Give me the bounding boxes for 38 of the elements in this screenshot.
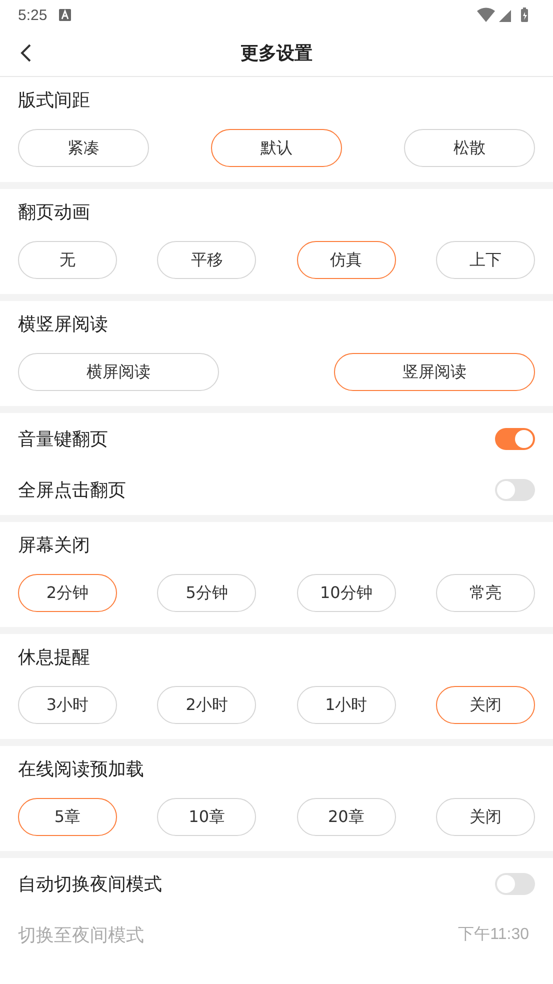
section-title: 屏幕关闭: [18, 535, 91, 557]
option-button[interactable]: 20章: [296, 798, 396, 836]
option-button[interactable]: 横屏阅读: [18, 353, 219, 391]
option-button[interactable]: 仿真: [296, 241, 396, 279]
option-button[interactable]: 2小时: [157, 686, 256, 724]
option-button[interactable]: 2分钟: [18, 574, 117, 612]
notification-icon: [59, 9, 72, 21]
setting-label: 切换至夜间模式: [18, 924, 144, 946]
option-button[interactable]: 平移: [157, 241, 256, 279]
option-button[interactable]: 松散: [404, 129, 535, 167]
option-button[interactable]: 默认: [211, 129, 342, 167]
section-title: 休息提醒: [18, 647, 91, 669]
option-button[interactable]: 上下: [436, 241, 535, 279]
option-button[interactable]: 常亮: [436, 574, 535, 612]
back-icon[interactable]: [20, 43, 32, 63]
option-button[interactable]: 竖屏阅读: [334, 353, 535, 391]
option-button[interactable]: 1小时: [296, 686, 396, 724]
section-title: 横竖屏阅读: [18, 314, 109, 336]
option-button[interactable]: 紧凑: [18, 129, 149, 167]
option-button[interactable]: 10分钟: [296, 574, 396, 612]
option-button[interactable]: 10章: [157, 798, 256, 836]
option-button[interactable]: 关闭: [436, 686, 535, 724]
option-button[interactable]: 5章: [18, 798, 117, 836]
setting-label: 音量键翻页: [18, 428, 108, 450]
setting-label: 自动切换夜间模式: [18, 872, 162, 896]
section-title: 在线阅读预加载: [18, 759, 145, 781]
toggle-switch[interactable]: [495, 478, 535, 500]
section-title: 翻页动画: [18, 202, 91, 224]
toggle-switch[interactable]: [495, 428, 535, 450]
option-button[interactable]: 3小时: [18, 686, 117, 724]
section-title: 版式间距: [18, 90, 91, 112]
setting-label: 全屏点击翻页: [18, 478, 126, 502]
page-title: 更多设置: [240, 42, 312, 65]
status-time: 5:25: [18, 6, 48, 24]
toggle-switch[interactable]: [495, 872, 535, 894]
option-button[interactable]: 无: [18, 241, 117, 279]
option-button[interactable]: 关闭: [436, 798, 535, 836]
option-button[interactable]: 5分钟: [157, 574, 256, 612]
